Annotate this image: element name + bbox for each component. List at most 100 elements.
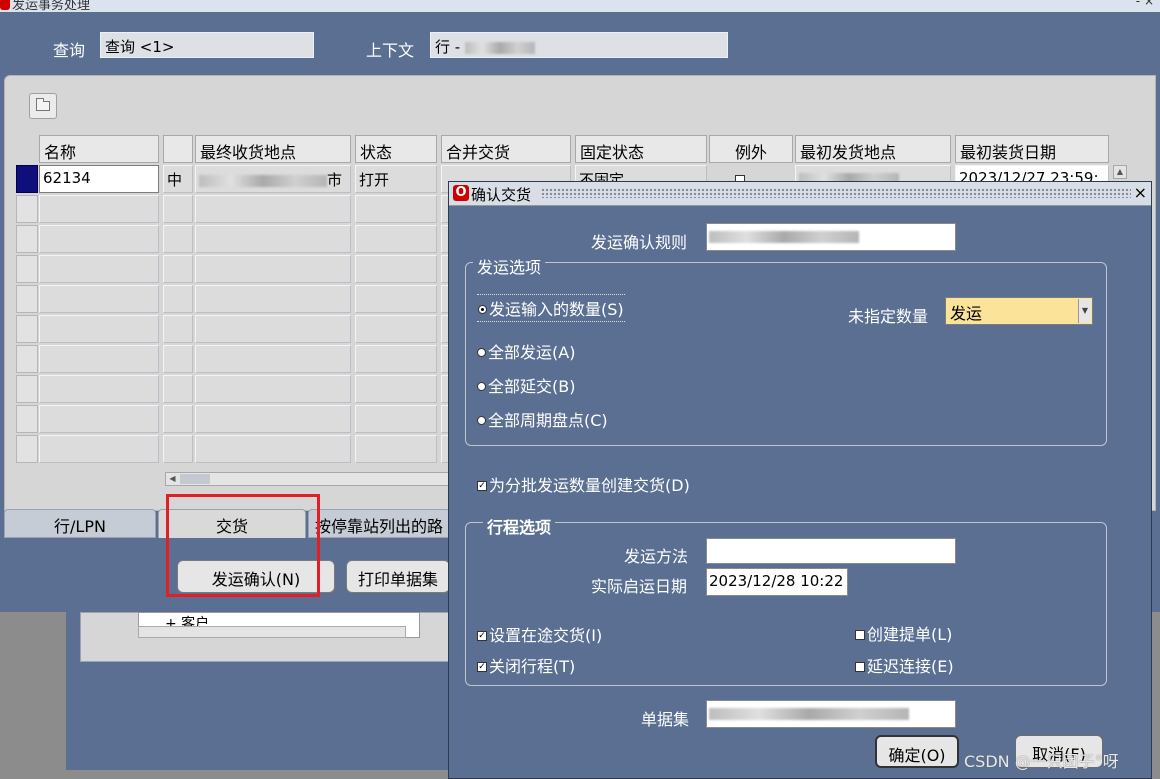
checkbox-close-trip[interactable]: ✓ 关闭行程(T) <box>477 653 575 677</box>
grid-cell[interactable] <box>163 345 193 373</box>
radio-ship-entered-qty[interactable]: 发运输入的数量(S) <box>477 294 625 322</box>
grid-cell[interactable] <box>163 255 193 283</box>
dialog-title: 确认交货 <box>471 186 532 204</box>
grid-cell[interactable] <box>195 345 351 373</box>
chevron-down-icon[interactable]: ▼ <box>1078 299 1091 323</box>
grid-cell[interactable]: 打开 <box>355 165 437 193</box>
tab-stops-route[interactable]: 按停靠站列出的路 <box>308 509 450 538</box>
grid-cell[interactable] <box>355 195 437 223</box>
grid-cell[interactable] <box>195 375 351 403</box>
grid-cell[interactable] <box>163 195 193 223</box>
tab-line-lpn[interactable]: 行/LPN <box>4 509 156 538</box>
grid-cell[interactable] <box>195 285 351 313</box>
ok-button[interactable]: 确定(O) <box>875 735 959 768</box>
radio-label: 全部周期盘点(C) <box>488 411 608 430</box>
grid-cell[interactable] <box>355 435 437 463</box>
row-selector[interactable] <box>16 195 38 223</box>
radio-selected-icon <box>478 305 487 314</box>
radio-label: 全部发运(A) <box>488 343 576 362</box>
print-documents-button[interactable]: 打印单据集 <box>346 560 450 593</box>
checkbox-label: 关闭行程(T) <box>489 657 576 676</box>
annotation-highlight <box>166 494 320 597</box>
ship-confirm-rule-label: 发运确认规则 <box>591 233 688 252</box>
radio-icon <box>477 348 486 357</box>
grid-cell[interactable] <box>39 345 159 373</box>
row-selector[interactable] <box>16 345 38 373</box>
unspecified-qty-select[interactable]: 发运 ▼ <box>945 297 1093 325</box>
oracle-logo-icon <box>0 0 10 10</box>
checkbox-checked-icon: ✓ <box>477 480 487 491</box>
grid-cell[interactable] <box>195 225 351 253</box>
header-name: 名称 <box>39 135 159 163</box>
grid-cell[interactable] <box>163 225 193 253</box>
grid-cell[interactable] <box>195 315 351 343</box>
row-selector[interactable] <box>16 225 38 253</box>
ship-confirm-rule-field[interactable] <box>706 223 956 251</box>
grid-cell[interactable]: 中 <box>163 165 193 193</box>
radio-label: 发运输入的数量(S) <box>489 300 624 319</box>
grid-cell[interactable] <box>39 255 159 283</box>
query-field[interactable]: 查询 <1> <box>100 32 314 58</box>
confirm-delivery-dialog: O 确认交货 × 发运确认规则 发运选项 发运输入的数量(S) 全部发运(A) … <box>448 181 1152 779</box>
grid-cell[interactable] <box>195 255 351 283</box>
grid-cell[interactable] <box>39 285 159 313</box>
ship-method-field[interactable] <box>706 538 956 564</box>
scroll-thumb[interactable] <box>180 474 210 484</box>
header-exception: 例外 <box>709 135 793 163</box>
scroll-left-icon[interactable]: ◀ <box>167 474 178 484</box>
grid-cell[interactable] <box>39 195 159 223</box>
close-icon[interactable]: × <box>1134 183 1147 202</box>
checkbox-create-delivery[interactable]: ✓ 为分批发运数量创建交货(D) <box>477 472 690 496</box>
horizontal-scrollbar[interactable]: ◀ <box>165 472 455 486</box>
window-controls[interactable]: - × <box>1136 0 1154 8</box>
radio-cycle-count-all[interactable]: 全部周期盘点(C) <box>477 407 608 431</box>
context-field[interactable]: 行 - <box>430 32 728 58</box>
grid-cell[interactable] <box>39 225 159 253</box>
grid-cell[interactable] <box>39 315 159 343</box>
grid-cell[interactable] <box>195 195 351 223</box>
row-selector[interactable] <box>16 285 38 313</box>
grid-cell[interactable] <box>355 285 437 313</box>
grid-cell[interactable] <box>39 375 159 403</box>
grid-cell[interactable]: 62134 <box>39 165 159 193</box>
grid-cell[interactable] <box>195 435 351 463</box>
grid-cell[interactable] <box>163 315 193 343</box>
row-selector[interactable] <box>16 165 38 193</box>
open-folder-button[interactable] <box>29 93 57 119</box>
row-selector[interactable] <box>16 405 38 433</box>
tree-scrollbar[interactable] <box>138 626 406 638</box>
grid-cell[interactable] <box>355 345 437 373</box>
grid-cell[interactable] <box>195 405 351 433</box>
grid-cell[interactable] <box>355 255 437 283</box>
grid-cell[interactable] <box>163 405 193 433</box>
grid-cell[interactable] <box>163 285 193 313</box>
radio-backorder-all[interactable]: 全部延交(B) <box>477 373 575 397</box>
document-set-field[interactable] <box>706 700 956 728</box>
checkbox-label: 设置在途交货(I) <box>489 626 603 645</box>
row-selector[interactable] <box>16 255 38 283</box>
grid-cell[interactable] <box>355 225 437 253</box>
grid-cell[interactable]: 市 <box>195 165 351 193</box>
scroll-up-button[interactable]: ▲ <box>1113 165 1127 179</box>
grid-cell[interactable] <box>355 315 437 343</box>
row-selector[interactable] <box>16 435 38 463</box>
actual-ship-date-field[interactable]: 2023/12/28 10:22 <box>706 568 848 596</box>
grid-cell[interactable] <box>39 405 159 433</box>
radio-ship-all[interactable]: 全部发运(A) <box>477 339 575 363</box>
grid-cell[interactable] <box>355 405 437 433</box>
grid-cell[interactable] <box>355 375 437 403</box>
checkbox-defer-interface[interactable]: 延迟连接(E) <box>855 653 954 677</box>
grid-cell[interactable] <box>163 435 193 463</box>
grid-cell[interactable] <box>39 435 159 463</box>
row-selector[interactable] <box>16 315 38 343</box>
header-merge: 合并交货 <box>441 135 571 163</box>
radio-icon <box>477 382 486 391</box>
checkbox-checked-icon: ✓ <box>477 661 487 672</box>
checkbox-create-bol[interactable]: 创建提单(L) <box>855 621 952 645</box>
grid-cell[interactable] <box>163 375 193 403</box>
checkbox-label: 创建提单(L) <box>867 625 953 644</box>
checkbox-label: 为分批发运数量创建交货(D) <box>489 476 690 495</box>
checkbox-set-in-transit[interactable]: ✓ 设置在途交货(I) <box>477 622 602 646</box>
row-selector[interactable] <box>16 375 38 403</box>
query-label: 查询 <box>53 41 86 60</box>
